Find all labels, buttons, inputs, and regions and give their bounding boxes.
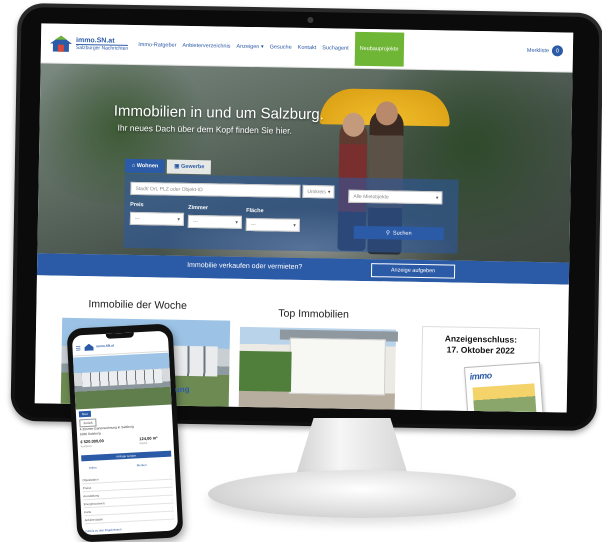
webcam [307,16,314,24]
nav-neubauprojekte[interactable]: Neubauprojekte [354,31,404,67]
search-panel: Stadt/ Ort, PLZ oder Objekt-ID Umkreis A… [123,173,459,254]
zimmer-select[interactable]: --- [187,214,243,229]
magazine-logo: immo [469,370,493,382]
section-title-top-immobilien: Top Immobilien [278,307,350,321]
nav-immo-ratgeber[interactable]: Immo-Ratgeber [138,42,176,49]
logo-subtitle: Salzburger Nachrichten [75,43,129,52]
nav-anzeigen[interactable]: Anzeigen [236,43,263,49]
zimmer-label: Zimmer [188,204,209,212]
phone-screen: ☰ immo.SN.at Neu Zurück 4-Zimmer Gartenw… [71,330,179,536]
search-tabs: ⌂ Wohnen ▣ Gewerbe [124,158,212,175]
smartphone: ☰ immo.SN.at Neu Zurück 4-Zimmer Gartenw… [66,323,190,542]
flaeche-label: Fläche [246,207,264,215]
hero-banner: Immobilien in und um Salzburg. Ihr neues… [37,63,573,263]
monitor-stand-base [208,470,516,518]
phone-listing-area: 124,00 m² [139,435,158,442]
section-title-immobilie-der-woche: Immobilie der Woche [88,298,187,312]
nav-anbieterverzeichnis[interactable]: Anbieterverzeichnis [182,42,230,49]
phone-house-logo-icon [84,344,93,351]
nav-gesuche[interactable]: Gesuche [270,44,292,50]
phone-logo-text: immo.SN.at [96,343,115,349]
merkliste-label: Merkliste [526,47,549,54]
merkliste-link[interactable]: Merkliste 0 [526,45,564,57]
phone-price-caption: Kaufpreis [80,444,92,449]
ad-anzeigenschluss[interactable]: Anzeigenschluss: 17. Oktober 2022 immo [420,326,544,413]
preis-select[interactable]: --- [129,211,185,226]
phone-listing-price: € 520.000,00 [80,438,104,445]
phone-building-facade [81,368,163,388]
search-button-label: Suchen [392,230,412,237]
nav-suchagent[interactable]: Suchagent [322,45,348,51]
ad-headline: Anzeigenschluss: [444,333,518,345]
garden-hedge [238,350,292,392]
nav-kontakt[interactable]: Kontakt [298,44,317,50]
merkliste-count-badge: 0 [551,45,564,57]
phone-listing-badge: Neu [78,410,91,418]
house-facade [288,337,386,396]
search-button[interactable]: ⚲ Suchen [353,225,444,241]
tab-gewerbe[interactable]: ▣ Gewerbe [167,159,212,175]
search-icon: ⚲ [385,229,390,236]
hamburger-menu-icon[interactable]: ☰ [75,345,81,352]
main-nav: Immo-Ratgeber Anbieterverzeichnis Anzeig… [138,28,404,67]
flaeche-select[interactable]: --- [245,217,300,232]
phone-contact-button[interactable]: Anfrage senden [81,450,172,462]
magazine-cover-photo [472,383,537,413]
site-logo[interactable]: immo.SN.at Salzburger Nachrichten [49,34,129,53]
phone-footer-link[interactable]: Zurück zu den Ergebnissen [85,527,122,533]
phone-area-caption: Fläche [139,441,148,446]
top-immobilie-photo[interactable] [238,326,399,413]
phone-save-button[interactable]: Merken [137,463,147,468]
radius-select[interactable]: Umkreis [302,184,335,199]
phone-listing-photo[interactable] [72,352,172,410]
hero-title: Immobilien in und um Salzburg. [113,102,325,124]
category-select[interactable]: Alle Mietobjekte [348,189,443,205]
house-logo-icon [49,34,73,52]
tab-wohnen[interactable]: ⌂ Wohnen [124,158,166,174]
phone-listing-location: 5020 Salzburg [79,431,101,437]
monitor-listing-title-fragment: ung [174,384,190,395]
phone-share-button[interactable]: Teilen [89,466,97,470]
immo-magazine-cover: immo [464,361,544,413]
preis-label: Preis [130,201,144,209]
location-search-input[interactable]: Stadt/ Ort, PLZ oder Objekt-ID [130,181,301,198]
sell-banner-text: Immobilie verkaufen oder vermieten? [187,261,303,271]
anzeige-aufgeben-button[interactable]: Anzeige aufgeben [370,263,456,279]
ad-date: 17. Oktober 2022 [446,344,515,356]
